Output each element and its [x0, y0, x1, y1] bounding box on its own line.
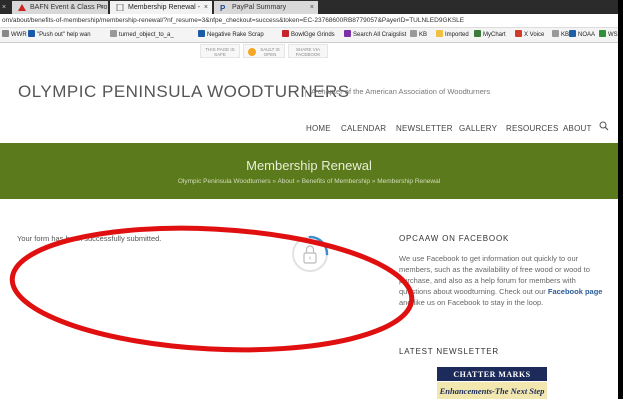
bookmark-label: X Voice — [524, 32, 545, 38]
bookmark-item[interactable]: WWR — [2, 30, 27, 41]
folder-icon — [436, 30, 443, 37]
newsletter-logo-title: CHATTER MARKS — [453, 370, 530, 379]
newsletter-logo-subtitle: Enhancements-The Next Step — [439, 386, 545, 396]
bookmark-label: BowlGge Grinds — [291, 32, 335, 38]
site-title[interactable]: OLYMPIC PENINSULA WOODTURNERS — [18, 82, 350, 102]
annotation-ellipse — [9, 225, 415, 353]
breadcrumb-item-benefits[interactable]: Benefits of Membership — [302, 178, 370, 185]
page-title: Membership Renewal — [246, 158, 372, 173]
bookmark-item[interactable]: Negative Rake Scrap — [198, 30, 264, 41]
close-icon[interactable]: × — [204, 1, 208, 14]
warning-icon — [18, 4, 26, 11]
breadcrumb: Olympic Peninsula Woodturners » About » … — [0, 178, 618, 185]
page-icon — [116, 4, 124, 11]
bookmark-item[interactable]: KB — [410, 30, 427, 41]
paypal-icon: P — [220, 4, 226, 11]
screenshot-frame: × BAFN Event & Class Pro × Membership Re… — [0, 0, 623, 399]
close-icon[interactable]: × — [100, 1, 104, 14]
bookmark-label: Search All Craigslist — [353, 32, 407, 38]
bookmarks-bar: WWR "Push out" help wan turned_object_to_a… — [0, 28, 618, 43]
noaa-icon — [569, 30, 576, 37]
bookmark-label: WWR — [11, 32, 27, 38]
nav-newsletter[interactable]: NEWSLETTER — [396, 124, 453, 133]
bookmark-item[interactable]: Search All Craigslist — [344, 30, 406, 41]
newsletter-heading: LATEST NEWSLETTER — [399, 347, 499, 356]
bookmark-label: Imported — [445, 32, 469, 38]
site-tagline: A chapter of the American Association of… — [305, 87, 490, 97]
share-button-safe[interactable]: THIS PAGE IS SAFE — [200, 44, 240, 58]
bookmark-item[interactable]: turned_object_to_a_ — [110, 30, 174, 41]
bookmark-item[interactable]: MyChart — [474, 30, 506, 41]
bookmark-item[interactable]: X Voice — [515, 30, 544, 41]
bookmark-label: KB — [561, 32, 570, 38]
tab-membership-renewal[interactable]: Membership Renewal - × — [110, 1, 212, 14]
bookmark-label: "Push out" help wan — [37, 32, 91, 38]
loading-lock-icon — [292, 235, 329, 272]
nav-about[interactable]: ABOUT — [563, 124, 592, 133]
page-icon — [110, 30, 117, 37]
breadcrumb-item-about[interactable]: About — [277, 178, 294, 185]
tab-paypal[interactable]: P PayPal Summary × — [214, 1, 318, 14]
bookmark-label: turned_object_to_a_ — [119, 32, 174, 38]
craigslist-icon — [344, 30, 351, 37]
mychart-icon — [474, 30, 481, 37]
bookmark-item[interactable]: Imported — [436, 30, 469, 41]
sun-icon — [248, 48, 256, 56]
browser-window: × BAFN Event & Class Pro × Membership Re… — [0, 0, 618, 399]
page-icon — [410, 30, 417, 37]
bookmark-label: Negative Rake Scrap — [207, 32, 264, 38]
nav-resources[interactable]: RESOURCES — [506, 124, 558, 133]
bookmark-item[interactable]: "Push out" help wan — [28, 30, 91, 41]
facebook-heading: OPCAAW ON FACEBOOK — [399, 234, 510, 243]
bookmark-item[interactable]: KB — [552, 30, 569, 41]
bookmark-label: NOAA — [578, 32, 596, 38]
share-strip: THIS PAGE IS SAFE SAULT IS OPEN SHARE VI… — [0, 43, 618, 59]
form-success-message: Your form has been successfully submitte… — [17, 234, 162, 243]
trello-icon — [28, 30, 35, 37]
nav-gallery[interactable]: GALLERY — [459, 124, 497, 133]
breadcrumb-item-home[interactable]: Olympic Peninsula Woodturners — [178, 178, 271, 185]
facebook-page-link[interactable]: Facebook page — [548, 287, 603, 296]
share-button-facebook[interactable]: SHARE VIA FACEBOOK — [288, 44, 328, 58]
bookmark-item[interactable]: NOAA — [569, 30, 595, 41]
close-icon[interactable]: × — [310, 1, 314, 14]
close-icon[interactable]: × — [2, 1, 6, 14]
trello-icon — [198, 30, 205, 37]
svg-text:P: P — [220, 4, 226, 11]
bookmark-label: KB — [419, 32, 428, 38]
breadcrumb-separator: » — [296, 178, 300, 185]
xvoice-icon — [515, 30, 522, 37]
tab-bar: × BAFN Event & Class Pro × Membership Re… — [0, 0, 618, 14]
address-bar[interactable]: om/about/benefits-of-membership/membersh… — [0, 14, 618, 28]
bookmark-item[interactable]: WS — [599, 30, 618, 41]
breadcrumb-separator: » — [371, 178, 376, 185]
nav-calendar[interactable]: CALENDAR — [341, 124, 386, 133]
search-icon[interactable] — [599, 121, 609, 131]
breadcrumb-separator: » — [272, 178, 277, 185]
bookmark-icon — [2, 30, 9, 37]
globe-icon — [599, 30, 606, 37]
newsletter-logo[interactable]: CHATTER MARKS Enhancements-The Next Step — [437, 367, 547, 399]
nav-home[interactable]: HOME — [306, 124, 331, 133]
page-icon — [552, 30, 559, 37]
breadcrumb-item-current: Membership Renewal — [377, 178, 441, 185]
pinterest-icon — [282, 30, 289, 37]
facebook-description: We use Facebook to get information out q… — [399, 254, 603, 307]
bookmark-label: MyChart — [483, 32, 506, 38]
bookmark-item[interactable]: BowlGge Grinds — [282, 30, 335, 41]
tab-bafn[interactable]: BAFN Event & Class Pro × — [12, 1, 108, 14]
share-button-open[interactable]: SAULT IS OPEN — [243, 44, 285, 58]
bookmark-label: WS — [608, 32, 618, 38]
